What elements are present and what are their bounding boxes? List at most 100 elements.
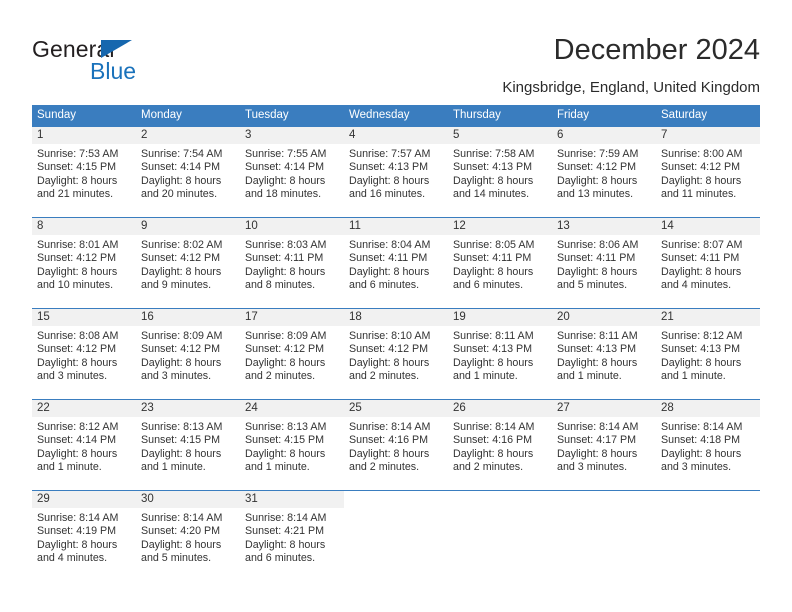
day-cell[interactable]: 28 Sunrise: 8:14 AM Sunset: 4:18 PM Dayligh…	[656, 399, 760, 478]
sunrise-text: Sunrise: 8:06 AM	[557, 239, 639, 251]
day-cell[interactable]: 14 Sunrise: 8:07 AM Sunset: 4:11 PM Dayligh…	[656, 217, 760, 296]
daylight-text-line1: Daylight: 8 hours	[245, 356, 326, 369]
sunset-text: Sunset: 4:12 PM	[141, 343, 221, 356]
day-cell[interactable]: 8 Sunrise: 8:01 AM Sunset: 4:12 PM Daylight…	[32, 217, 136, 296]
day-cell[interactable]: 26 Sunrise: 8:14 AM Sunset: 4:16 PM Dayligh…	[448, 399, 552, 478]
sunrise-text: Sunrise: 8:14 AM	[141, 512, 223, 524]
weekday-header-wednesday: Wednesday	[344, 105, 448, 127]
daylight-text-line2: and 4 minutes.	[661, 279, 732, 292]
day-cell[interactable]: 18 Sunrise: 8:10 AM Sunset: 4:12 PM Dayligh…	[344, 308, 448, 387]
sunset-text: Sunset: 4:14 PM	[141, 161, 221, 174]
day-number: 29	[32, 491, 136, 508]
day-number: 6	[552, 127, 656, 144]
day-cell[interactable]: 3 Sunrise: 7:55 AM Sunset: 4:14 PM Daylight…	[240, 126, 344, 205]
day-cell[interactable]: 27 Sunrise: 8:14 AM Sunset: 4:17 PM Dayligh…	[552, 399, 656, 478]
daylight-text-line1: Daylight: 8 hours	[37, 447, 118, 460]
daylight-text-line2: and 2 minutes.	[349, 370, 420, 383]
day-cell[interactable]: 1 Sunrise: 7:53 AM Sunset: 4:15 PM Daylight…	[32, 126, 136, 205]
day-cell[interactable]: 6 Sunrise: 7:59 AM Sunset: 4:12 PM Daylight…	[552, 126, 656, 205]
daylight-text-line2: and 1 minute.	[141, 461, 206, 474]
daylight-text-line2: and 8 minutes.	[245, 279, 316, 292]
daylight-text-line2: and 5 minutes.	[557, 279, 628, 292]
day-cell[interactable]: 24 Sunrise: 8:13 AM Sunset: 4:15 PM Dayligh…	[240, 399, 344, 478]
daylight-text-line2: and 18 minutes.	[245, 188, 322, 201]
sunset-text: Sunset: 4:20 PM	[141, 525, 221, 538]
daylight-text-line2: and 21 minutes.	[37, 188, 114, 201]
day-number: 22	[32, 400, 136, 417]
day-number: 28	[656, 400, 760, 417]
day-number: 2	[136, 127, 240, 144]
day-cell[interactable]: 11 Sunrise: 8:04 AM Sunset: 4:11 PM Dayligh…	[344, 217, 448, 296]
sunrise-text: Sunrise: 8:14 AM	[37, 512, 119, 524]
daylight-text-line1: Daylight: 8 hours	[453, 447, 534, 460]
day-cell[interactable]: 31 Sunrise: 8:14 AM Sunset: 4:21 PM Dayligh…	[240, 490, 344, 569]
day-cell[interactable]: 13 Sunrise: 8:06 AM Sunset: 4:11 PM Dayligh…	[552, 217, 656, 296]
daylight-text-line2: and 6 minutes.	[245, 552, 316, 565]
day-cell[interactable]: 2 Sunrise: 7:54 AM Sunset: 4:14 PM Daylight…	[136, 126, 240, 205]
sunset-text: Sunset: 4:15 PM	[37, 161, 117, 174]
daylight-text-line2: and 1 minute.	[661, 370, 726, 383]
day-cell[interactable]: 23 Sunrise: 8:13 AM Sunset: 4:15 PM Dayligh…	[136, 399, 240, 478]
day-cell[interactable]: 22 Sunrise: 8:12 AM Sunset: 4:14 PM Dayligh…	[32, 399, 136, 478]
day-number: 21	[656, 309, 760, 326]
day-cell[interactable]: 19 Sunrise: 8:11 AM Sunset: 4:13 PM Dayligh…	[448, 308, 552, 387]
sunrise-text: Sunrise: 8:03 AM	[245, 239, 327, 251]
calendar-header-row: Sunday Monday Tuesday Wednesday Thursday…	[32, 105, 760, 127]
day-cell[interactable]: 10 Sunrise: 8:03 AM Sunset: 4:11 PM Dayligh…	[240, 217, 344, 296]
daylight-text-line1: Daylight: 8 hours	[349, 356, 430, 369]
day-cell[interactable]: 16 Sunrise: 8:09 AM Sunset: 4:12 PM Dayligh…	[136, 308, 240, 387]
day-number	[344, 491, 448, 508]
daylight-text-line2: and 20 minutes.	[141, 188, 218, 201]
sunset-text: Sunset: 4:12 PM	[245, 343, 325, 356]
daylight-text-line2: and 13 minutes.	[557, 188, 634, 201]
day-cell[interactable]: 29 Sunrise: 8:14 AM Sunset: 4:19 PM Dayligh…	[32, 490, 136, 569]
sunrise-text: Sunrise: 7:59 AM	[557, 148, 639, 160]
day-cell-empty	[344, 490, 448, 569]
day-number: 15	[32, 309, 136, 326]
sunrise-text: Sunrise: 8:09 AM	[141, 330, 223, 342]
daylight-text-line1: Daylight: 8 hours	[557, 356, 638, 369]
day-cell[interactable]: 4 Sunrise: 7:57 AM Sunset: 4:13 PM Daylight…	[344, 126, 448, 205]
day-number: 7	[656, 127, 760, 144]
daylight-text-line2: and 4 minutes.	[37, 552, 108, 565]
sunrise-text: Sunrise: 8:14 AM	[661, 421, 743, 433]
daylight-text-line1: Daylight: 8 hours	[141, 538, 222, 551]
day-cell[interactable]: 21 Sunrise: 8:12 AM Sunset: 4:13 PM Dayligh…	[656, 308, 760, 387]
sunset-text: Sunset: 4:17 PM	[557, 434, 637, 447]
sunrise-text: Sunrise: 7:57 AM	[349, 148, 431, 160]
day-cell[interactable]: 30 Sunrise: 8:14 AM Sunset: 4:20 PM Dayligh…	[136, 490, 240, 569]
daylight-text-line1: Daylight: 8 hours	[37, 174, 118, 187]
calendar-page: General Blue December 2024 Kingsbridge, …	[0, 0, 792, 612]
day-cell[interactable]: 20 Sunrise: 8:11 AM Sunset: 4:13 PM Dayligh…	[552, 308, 656, 387]
day-number: 4	[344, 127, 448, 144]
sunset-text: Sunset: 4:19 PM	[37, 525, 117, 538]
daylight-text-line2: and 1 minute.	[453, 370, 518, 383]
daylight-text-line1: Daylight: 8 hours	[37, 538, 118, 551]
day-cell[interactable]: 12 Sunrise: 8:05 AM Sunset: 4:11 PM Dayligh…	[448, 217, 552, 296]
day-cell[interactable]: 7 Sunrise: 8:00 AM Sunset: 4:12 PM Daylight…	[656, 126, 760, 205]
day-cell[interactable]: 17 Sunrise: 8:09 AM Sunset: 4:12 PM Dayligh…	[240, 308, 344, 387]
sunrise-text: Sunrise: 8:14 AM	[557, 421, 639, 433]
sunrise-text: Sunrise: 7:58 AM	[453, 148, 535, 160]
sunset-text: Sunset: 4:15 PM	[141, 434, 221, 447]
day-cell[interactable]: 5 Sunrise: 7:58 AM Sunset: 4:13 PM Daylight…	[448, 126, 552, 205]
day-cell-empty	[552, 490, 656, 569]
day-cell[interactable]: 9 Sunrise: 8:02 AM Sunset: 4:12 PM Daylight…	[136, 217, 240, 296]
logo-text-blue: Blue	[90, 58, 137, 84]
daylight-text-line1: Daylight: 8 hours	[453, 265, 534, 278]
day-number: 3	[240, 127, 344, 144]
sunset-text: Sunset: 4:11 PM	[349, 252, 428, 265]
sunset-text: Sunset: 4:12 PM	[37, 252, 117, 265]
day-cell[interactable]: 25 Sunrise: 8:14 AM Sunset: 4:16 PM Dayligh…	[344, 399, 448, 478]
weekday-header-saturday: Saturday	[656, 105, 760, 127]
calendar-week-row: 29 Sunrise: 8:14 AM Sunset: 4:19 PM Dayligh…	[32, 490, 760, 569]
day-number: 26	[448, 400, 552, 417]
daylight-text-line1: Daylight: 8 hours	[245, 447, 326, 460]
day-number: 17	[240, 309, 344, 326]
general-blue-logo[interactable]: General Blue	[32, 36, 252, 90]
daylight-text-line1: Daylight: 8 hours	[349, 447, 430, 460]
sunset-text: Sunset: 4:12 PM	[349, 343, 429, 356]
day-cell[interactable]: 15 Sunrise: 8:08 AM Sunset: 4:12 PM Dayligh…	[32, 308, 136, 387]
weekday-header-thursday: Thursday	[448, 105, 552, 127]
daylight-text-line2: and 1 minute.	[557, 370, 622, 383]
